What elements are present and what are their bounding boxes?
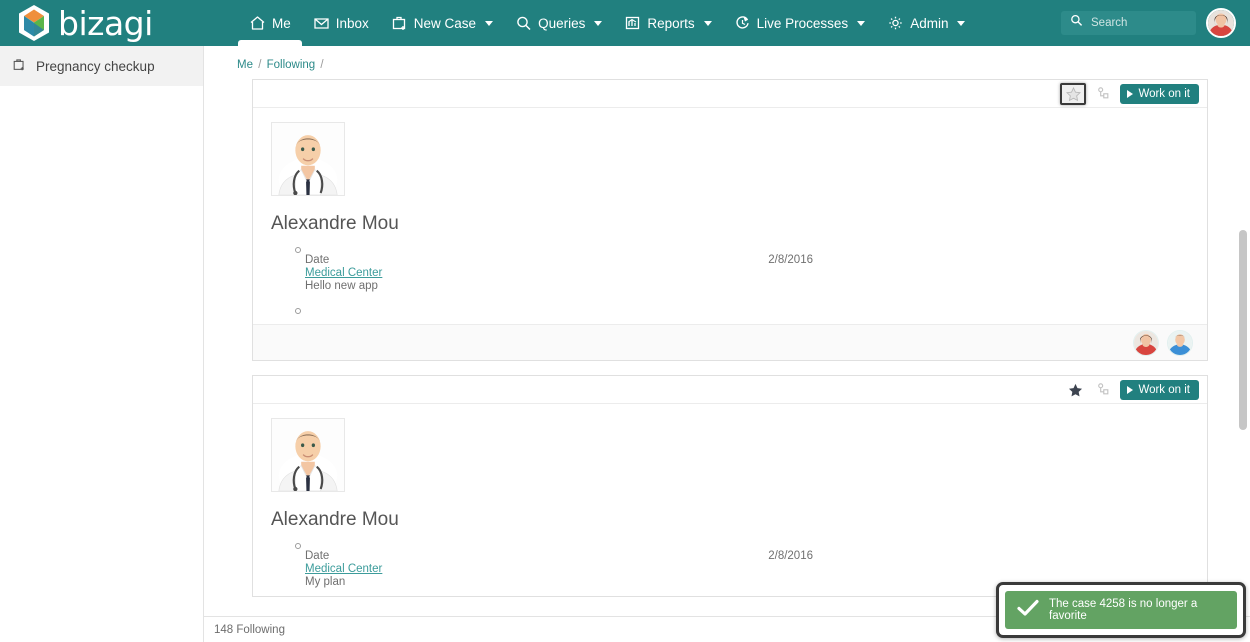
toast-notification: The case 4258 is no longer a favorite <box>996 582 1246 638</box>
breadcrumb-separator: / <box>258 59 262 71</box>
search-input[interactable] <box>1091 17 1187 29</box>
case-card: Work on it Alexandre Mou Date 2/8/2016 M… <box>252 375 1208 597</box>
favorite-star-icon[interactable] <box>1060 82 1087 105</box>
case-cards-list: Work on it Alexandre Mou Date 2/8/2016 M… <box>204 79 1250 597</box>
case-card-header: Work on it <box>253 376 1207 404</box>
doctor-photo <box>271 122 345 196</box>
case-fields: Date 2/8/2016 Medical Center Hello new a… <box>295 243 1189 300</box>
breadcrumb-link-following[interactable]: Following <box>267 59 316 71</box>
nav-item-label: Queries <box>538 15 586 31</box>
case-note: Hello new app <box>305 280 378 292</box>
inbox-icon <box>313 15 330 31</box>
case-title: Alexandre Mou <box>271 213 399 234</box>
nav-item-label: Inbox <box>335 15 369 31</box>
case-card-body: Alexandre Mou Date 2/8/2016 Medical Cent… <box>253 108 1207 314</box>
scrollbar-thumb[interactable] <box>1239 230 1247 430</box>
breadcrumb: Me / Following / <box>204 46 1250 79</box>
date-label: Date <box>305 550 330 562</box>
date-field-row: Date 2/8/2016 <box>305 254 813 267</box>
nav-item-label: New Case <box>413 15 477 31</box>
avatar[interactable] <box>1167 329 1193 356</box>
nav-item-queries[interactable]: Queries <box>504 0 613 46</box>
date-label: Date <box>305 254 330 266</box>
bizagi-logo-icon <box>19 5 49 41</box>
nav-item-label: Reports <box>647 15 695 31</box>
related-cases-icon[interactable] <box>1094 381 1112 399</box>
reports-chart-icon <box>624 15 641 31</box>
nav-item-reports[interactable]: Reports <box>613 0 722 46</box>
case-card-footer <box>253 324 1207 360</box>
work-on-it-label: Work on it <box>1138 87 1190 100</box>
nav-right-group <box>1061 8 1236 38</box>
list-item <box>295 300 1189 314</box>
following-count: 148 Following <box>214 623 285 636</box>
nav-item-new-case[interactable]: New Case <box>380 0 504 46</box>
chevron-down-icon <box>485 20 494 26</box>
nav-item-label: Me <box>272 15 291 31</box>
avatar[interactable] <box>1133 329 1159 356</box>
new-case-icon <box>12 57 27 75</box>
case-card: Work on it Alexandre Mou Date 2/8/2016 M… <box>252 79 1208 361</box>
case-card-header: Work on it <box>253 80 1207 108</box>
list-item: Date 2/8/2016 Medical Center Hello new a… <box>295 239 1189 300</box>
vertical-scrollbar[interactable] <box>1236 46 1250 642</box>
search-icon <box>1070 14 1083 32</box>
play-icon <box>1127 89 1134 98</box>
breadcrumb-link-me[interactable]: Me <box>237 59 253 71</box>
breadcrumb-separator: / <box>320 59 324 71</box>
top-navigation-bar: bizagi Me Inbox New Case Queries Reports… <box>0 0 1250 46</box>
toast-body: The case 4258 is no longer a favorite <box>1005 591 1237 629</box>
nav-items: Me Inbox New Case Queries Reports Live P… <box>238 0 976 46</box>
medical-center-link[interactable]: Medical Center <box>305 563 1189 576</box>
chevron-down-icon <box>857 20 866 26</box>
new-case-icon <box>391 15 408 31</box>
chevron-down-icon <box>594 20 603 26</box>
main-content: Me / Following / Work on it Alexandre Mo… <box>204 46 1250 642</box>
avatar[interactable] <box>1206 8 1236 38</box>
check-icon <box>1017 599 1039 622</box>
work-on-it-button[interactable]: Work on it <box>1120 379 1199 400</box>
toast-message: The case 4258 is no longer a favorite <box>1049 598 1198 622</box>
medical-center-link[interactable]: Medical Center <box>305 267 1189 280</box>
nav-item-live-processes[interactable]: Live Processes <box>723 0 877 46</box>
bizagi-logo[interactable]: bizagi <box>16 0 216 46</box>
brand-name: bizagi <box>58 3 153 43</box>
home-icon <box>249 15 266 31</box>
search-box[interactable] <box>1061 11 1196 35</box>
date-value: 2/8/2016 <box>768 550 813 562</box>
nav-item-label: Live Processes <box>756 15 849 31</box>
sidebar: Pregnancy checkup <box>0 46 204 642</box>
work-on-it-label: Work on it <box>1138 383 1190 396</box>
case-title: Alexandre Mou <box>271 509 399 530</box>
doctor-photo <box>271 418 345 492</box>
sidebar-item-label: Pregnancy checkup <box>36 58 155 74</box>
case-detail-list: Date 2/8/2016 Medical Center Hello new a… <box>271 239 1189 314</box>
live-processes-icon <box>734 15 751 31</box>
date-field-row: Date 2/8/2016 <box>305 550 813 563</box>
work-on-it-button[interactable]: Work on it <box>1120 83 1199 104</box>
chevron-down-icon <box>957 20 966 26</box>
gear-icon <box>887 15 904 31</box>
related-cases-icon[interactable] <box>1094 85 1112 103</box>
play-icon <box>1127 385 1134 394</box>
nav-item-admin[interactable]: Admin <box>876 0 976 46</box>
favorite-star-icon[interactable] <box>1064 379 1086 401</box>
case-card-body: Alexandre Mou Date 2/8/2016 Medical Cent… <box>253 404 1207 596</box>
nav-item-inbox[interactable]: Inbox <box>302 0 380 46</box>
chevron-down-icon <box>703 20 712 26</box>
nav-item-label: Admin <box>910 15 949 31</box>
date-value: 2/8/2016 <box>768 254 813 266</box>
search-icon <box>515 15 532 31</box>
nav-item-me[interactable]: Me <box>238 0 302 46</box>
sidebar-item-pregnancy-checkup[interactable]: Pregnancy checkup <box>0 46 203 86</box>
